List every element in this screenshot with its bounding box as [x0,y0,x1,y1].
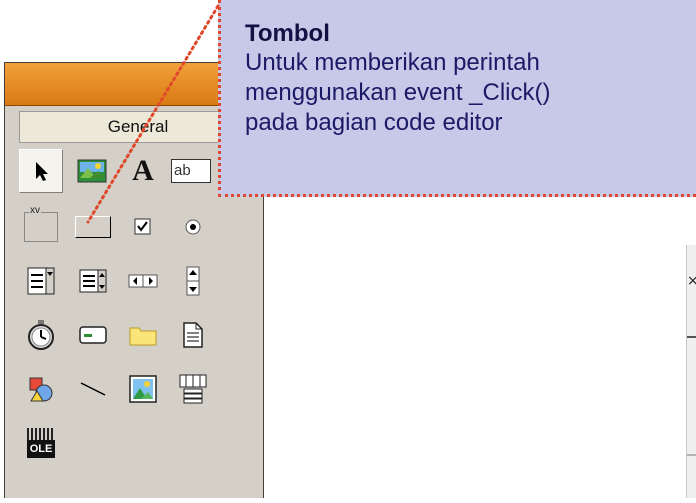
filelistbox-tool-icon [183,322,203,348]
callout-title: Tombol [245,20,330,47]
shape-tool-icon [29,377,53,402]
dirlistbox-tool[interactable] [121,313,165,357]
line-tool[interactable] [71,367,115,411]
hscrollbar-tool-icon [128,274,158,288]
ole-tool[interactable]: OLE [19,421,63,465]
combobox-tool[interactable] [19,259,63,303]
listbox-tool-icon [79,269,107,293]
picturebox-tool[interactable] [71,149,115,193]
svg-text:×: × [687,273,696,289]
optionbutton-tool[interactable] [171,205,215,249]
drivelistbox-tool-icon [79,326,107,344]
checkbox-tool[interactable] [121,205,165,249]
data-tool-icon [179,374,207,404]
vscrollbar-tool[interactable] [171,259,215,303]
callout-line-3: pada bagian code editor [245,109,503,136]
commandbutton-tool-icon [75,216,111,238]
image-tool-icon [129,375,157,403]
tab-general-label: General [107,117,169,136]
checkbox-tool-icon [134,218,151,235]
callout-line-1: Untuk memberikan perintah [245,49,540,76]
shape-tool[interactable] [19,367,63,411]
close-icon: × [687,273,696,456]
line-tool-icon [80,382,106,396]
ole-tool-icon: OLE [27,428,55,458]
callout-line-2: menggunakan event _Click() [245,79,551,106]
combobox-tool-icon [27,267,55,295]
image-tool[interactable] [121,367,165,411]
label-tool-icon: A [132,154,154,187]
pointer-tool-icon [36,162,48,181]
timer-tool-icon [28,320,54,350]
frame-tool[interactable]: xv [19,205,63,249]
textbox-tool-icon: ab [171,159,211,183]
vscrollbar-tool-icon [186,266,200,296]
background-window-fragment: × [686,245,696,498]
filelistbox-tool[interactable] [171,313,215,357]
dirlistbox-tool-icon [129,327,157,346]
data-tool[interactable] [171,367,215,411]
listbox-tool[interactable] [71,259,115,303]
timer-tool[interactable] [19,313,63,357]
tooltip-callout: Tombol Untuk memberikan perintah menggun… [218,0,696,197]
commandbutton-tool[interactable] [71,205,115,249]
drivelistbox-tool[interactable] [71,313,115,357]
optionbutton-tool-icon [185,219,201,235]
hscrollbar-tool[interactable] [121,259,165,303]
textbox-tool[interactable]: ab [171,149,215,193]
pointer-tool[interactable] [19,149,63,193]
label-tool[interactable]: A [121,149,165,193]
frame-tool-icon: xv [24,205,58,242]
picturebox-tool-icon [77,159,107,183]
